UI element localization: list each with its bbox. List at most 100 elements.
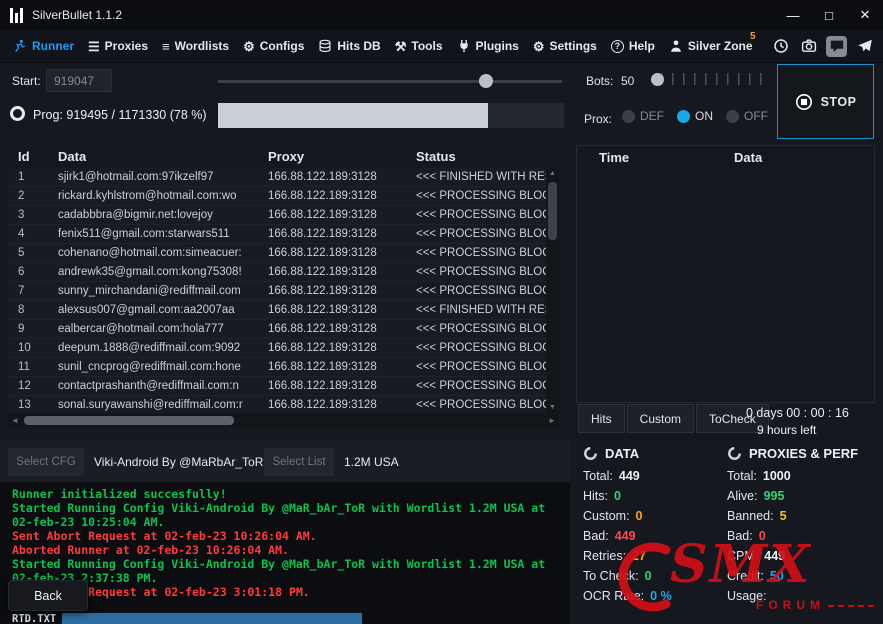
table-row[interactable]: 11sunil_cncprog@rediffmail.com:hone166.8… <box>8 358 546 377</box>
prox-option-def[interactable]: DEF <box>622 109 664 123</box>
hits-table: Time Data <box>576 145 875 403</box>
table-row[interactable]: 6andrewk35@gmail.com:kong75308!166.88.12… <box>8 263 546 282</box>
progress-bar <box>218 103 564 128</box>
table-row[interactable]: 2rickard.kyhlstrom@hotmail.com:wo166.88.… <box>8 187 546 206</box>
cell-id: 10 <box>8 342 48 354</box>
stat-row: Total:449 <box>583 466 723 486</box>
chat-icon[interactable] <box>826 36 847 57</box>
cell-proxy: 166.88.122.189:3128 <box>258 399 406 411</box>
stat-value: 27 <box>632 549 646 563</box>
cell-id: 13 <box>8 399 48 411</box>
cell-status: <<< FINISHED WITH RES <box>406 171 546 183</box>
tab-custom[interactable]: Custom <box>627 404 694 433</box>
table-row[interactable]: 8alexsus007@gmail.com:aa2007aa166.88.122… <box>8 301 546 320</box>
prox-option-off[interactable]: OFF <box>726 109 768 123</box>
nav-proxies[interactable]: ☰ Proxies <box>81 30 155 62</box>
close-button[interactable]: × <box>847 0 883 30</box>
stat-value: 0 <box>636 509 643 523</box>
tab-hits[interactable]: Hits <box>578 404 625 433</box>
results-rows: 1sjirk1@hotmail.com:97ikzelf97166.88.122… <box>8 168 546 413</box>
runner-icon <box>13 39 27 53</box>
scroll-up-icon[interactable]: ▲ <box>546 170 559 177</box>
cell-data: sjirk1@hotmail.com:97ikzelf97 <box>48 171 258 183</box>
table-row[interactable]: 7sunny_mirchandani@rediffmail.com166.88.… <box>8 282 546 301</box>
slider-handle[interactable] <box>651 73 664 86</box>
nav-wordlists[interactable]: ≡ Wordlists <box>155 30 236 62</box>
progress-text: Prog: 919495 / 1171330 (78 %) <box>33 108 207 122</box>
nav-tools[interactable]: ⚒ Tools <box>388 30 450 62</box>
stat-value: 5 <box>780 509 787 523</box>
table-row[interactable]: 5cohenano@hotmail.com:simeacuer:166.88.1… <box>8 244 546 263</box>
progress-ring-icon[interactable] <box>10 106 25 121</box>
data-stats-title: DATA <box>605 446 639 461</box>
stat-value: 50 <box>770 569 784 583</box>
slider-track <box>218 80 562 83</box>
table-row[interactable]: 13sonal.suryawanshi@rediffmail.com:r166.… <box>8 396 546 413</box>
wordlist-position-slider[interactable] <box>218 74 562 88</box>
horizontal-scrollbar[interactable]: ◄ ► <box>8 413 559 428</box>
scroll-down-icon[interactable]: ▼ <box>546 404 559 411</box>
maximize-button[interactable]: □ <box>811 0 847 30</box>
nav-hits-db[interactable]: Hits DB <box>311 30 387 62</box>
gear-icon: ⚙ <box>533 40 545 53</box>
cell-data: alexsus007@gmail.com:aa2007aa <box>48 304 258 316</box>
stat-row: Custom:0 <box>583 506 723 526</box>
progress-bar-fill <box>218 103 488 128</box>
tools-icon: ⚒ <box>395 40 407 53</box>
back-button[interactable]: Back <box>8 580 88 611</box>
stat-label: Credit: <box>727 569 764 583</box>
stat-label: Total: <box>583 469 613 483</box>
cell-data: rickard.kyhlstrom@hotmail.com:wo <box>48 190 258 202</box>
table-row[interactable]: 3cadabbbra@bigmir.net:lovejoy166.88.122.… <box>8 206 546 225</box>
stop-button[interactable]: STOP <box>777 64 874 139</box>
scroll-right-icon[interactable]: ► <box>548 416 556 425</box>
scrollbar-thumb[interactable] <box>548 182 557 240</box>
scroll-left-icon[interactable]: ◄ <box>11 416 19 425</box>
table-row[interactable]: 4fenix511@gmail.com:starwars511166.88.12… <box>8 225 546 244</box>
wordlist-name: 1.2M USA <box>344 455 399 469</box>
nav-settings[interactable]: ⚙ Settings <box>526 30 604 62</box>
stat-row: To Check:0 <box>583 566 723 586</box>
nav-help[interactable]: ? Help <box>604 30 662 62</box>
table-row[interactable]: 12contactprashanth@rediffmail.com:n166.8… <box>8 377 546 396</box>
telegram-icon[interactable] <box>854 36 875 57</box>
table-row[interactable]: 1sjirk1@hotmail.com:97ikzelf97166.88.122… <box>8 168 546 187</box>
stat-value: 449 <box>764 549 785 563</box>
history-icon[interactable] <box>770 36 791 57</box>
nav-silver-zone[interactable]: Silver Zone 5 <box>662 30 760 62</box>
bots-slider[interactable] <box>649 70 762 88</box>
camera-icon[interactable] <box>798 36 819 57</box>
stat-row: Credit: 50 <box>727 566 877 586</box>
hits-table-header: Time Data <box>577 146 874 169</box>
slider-handle[interactable] <box>479 74 493 88</box>
plug-icon <box>457 39 471 53</box>
minimize-button[interactable]: — <box>775 0 811 30</box>
stat-row: OCR Rate:0 % <box>583 586 723 606</box>
select-list-button[interactable]: Select List <box>264 448 334 476</box>
cell-proxy: 166.88.122.189:3128 <box>258 266 406 278</box>
hits-tabs: Hits Custom ToCheck <box>578 404 769 433</box>
nav-plugins[interactable]: Plugins <box>450 30 526 62</box>
vertical-scrollbar[interactable]: ▲ ▼ <box>546 168 559 413</box>
prox-off-label: OFF <box>744 109 768 123</box>
cell-data: contactprashanth@rediffmail.com:n <box>48 380 258 392</box>
cell-data: fenix511@gmail.com:starwars511 <box>48 228 258 240</box>
cell-proxy: 166.88.122.189:3128 <box>258 190 406 202</box>
log-bottom-line: RTD.TXT <box>12 612 560 624</box>
window-title: SilverBullet 1.1.2 <box>32 8 122 22</box>
cell-proxy: 166.88.122.189:3128 <box>258 380 406 392</box>
prox-option-on[interactable]: ON <box>677 109 713 123</box>
table-row[interactable]: 10deepum.1888@rediffmail.com:9092166.88.… <box>8 339 546 358</box>
select-cfg-button[interactable]: Select CFG <box>8 448 84 476</box>
remaining-time: 9 hours left <box>757 423 816 437</box>
nav-configs[interactable]: ⚙ Configs <box>236 30 311 62</box>
nav-runner[interactable]: Runner <box>6 30 81 62</box>
cell-id: 8 <box>8 304 48 316</box>
cell-status: <<< FINISHED WITH RES <box>406 304 546 316</box>
radio-icon <box>726 110 739 123</box>
start-input[interactable]: 919047 <box>46 69 112 92</box>
scrollbar-thumb[interactable] <box>24 416 234 425</box>
cell-proxy: 166.88.122.189:3128 <box>258 285 406 297</box>
cell-proxy: 166.88.122.189:3128 <box>258 361 406 373</box>
table-row[interactable]: 9ealbercar@hotmail.com:hola777166.88.122… <box>8 320 546 339</box>
